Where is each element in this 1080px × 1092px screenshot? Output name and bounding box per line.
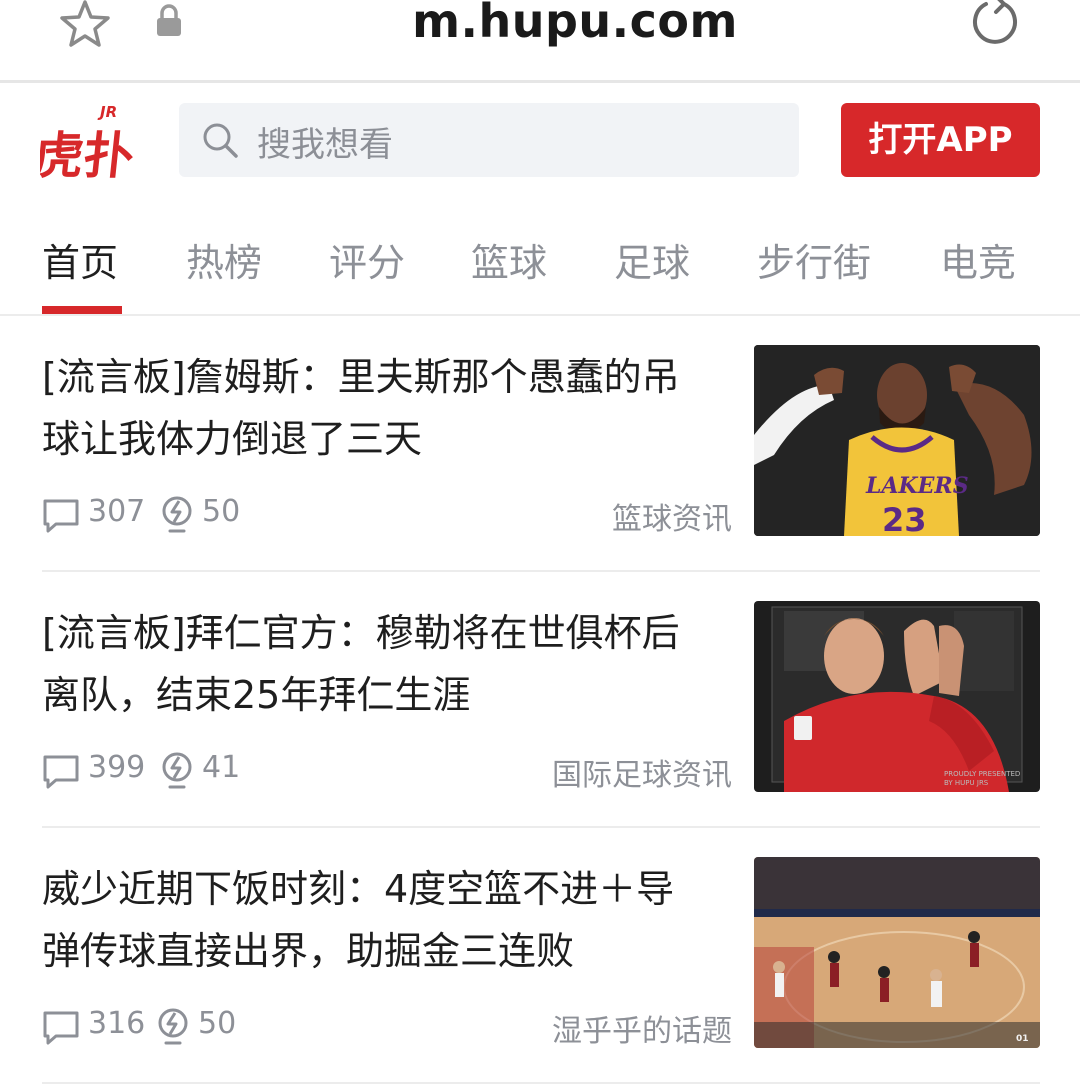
svg-text:LAKERS: LAKERS — [865, 473, 969, 499]
search-placeholder: 搜我想看 — [257, 125, 393, 165]
search-icon — [203, 123, 238, 158]
svg-text:01: 01 — [1016, 1034, 1029, 1044]
comment-count: 399 — [88, 750, 146, 785]
bayern-player-thumbnail[interactable]: PROUDLY PRESENTED BY HUPU JRS — [754, 601, 1040, 792]
svg-text:BY HUPU JRS: BY HUPU JRS — [944, 779, 989, 787]
item-category[interactable]: 湿乎乎的话题 — [552, 1006, 732, 1050]
light-bulb-icon — [158, 1008, 188, 1045]
tab-rating[interactable]: 评分 — [329, 232, 405, 287]
tab-esports[interactable]: 电竞 — [940, 232, 1016, 287]
list-item[interactable]: [流言板]詹姆斯：里夫斯那个愚蠢的吊 球让我体力倒退了三天 307 50 篮球资… — [0, 316, 1080, 572]
search-box[interactable]: 搜我想看 — [179, 103, 799, 177]
comment-icon — [43, 1011, 79, 1045]
comment-count: 316 — [88, 1006, 146, 1041]
hupu-logo[interactable]: JR 虎扑 — [40, 97, 140, 179]
item-category[interactable]: 国际足球资讯 — [552, 750, 732, 794]
tab-basketball[interactable]: 篮球 — [471, 232, 547, 287]
channel-tabs: 首页 热榜 评分 篮球 足球 步行街 电竞 — [0, 198, 1080, 316]
item-meta: 316 50 湿乎乎的话题 — [42, 1006, 732, 1050]
item-meta: 307 50 篮球资讯 — [42, 494, 732, 538]
svg-text:JR: JR — [97, 103, 117, 121]
svg-text:虎扑: 虎扑 — [40, 126, 137, 179]
list-item[interactable]: 威少近期下饭时刻：4度空篮不进＋导 弹传球直接出界，助掘金三连败 316 50 … — [0, 828, 1080, 1084]
light-count: 41 — [202, 750, 241, 785]
browser-address-bar: m.hupu.com — [0, 0, 1080, 83]
lakers-player-thumbnail[interactable]: LAKERS 23 — [754, 345, 1040, 536]
tab-football[interactable]: 足球 — [614, 232, 690, 287]
item-meta: 399 41 国际足球资讯 — [42, 750, 732, 794]
item-title-line: 威少近期下饭时刻：4度空篮不进＋导 — [42, 867, 675, 911]
active-tab-indicator — [42, 306, 122, 314]
light-count: 50 — [198, 1006, 237, 1041]
item-title-line: [流言板]拜仁官方：穆勒将在世俱杯后 — [42, 611, 680, 655]
reload-icon[interactable] — [970, 0, 1022, 44]
basketball-court-thumbnail[interactable]: 01 — [754, 857, 1040, 1048]
comment-count: 307 — [88, 494, 146, 529]
svg-text:23: 23 — [882, 501, 927, 536]
comment-icon — [43, 755, 79, 789]
item-title[interactable]: 威少近期下饭时刻：4度空篮不进＋导 弹传球直接出界，助掘金三连败 — [42, 858, 732, 982]
browser-url[interactable]: m.hupu.com — [0, 0, 1080, 48]
item-title-line: 弹传球直接出界，助掘金三连败 — [42, 929, 575, 973]
svg-text:PROUDLY PRESENTED: PROUDLY PRESENTED — [944, 770, 1020, 778]
item-title-line: 离队，结束25年拜仁生涯 — [42, 673, 471, 717]
open-app-button[interactable]: 打开APP — [841, 103, 1040, 177]
comment-icon — [43, 499, 79, 533]
tab-hot[interactable]: 热榜 — [186, 232, 262, 287]
tab-street[interactable]: 步行街 — [757, 232, 871, 287]
item-title[interactable]: [流言板]拜仁官方：穆勒将在世俱杯后 离队，结束25年拜仁生涯 — [42, 602, 732, 726]
tab-home[interactable]: 首页 — [42, 232, 118, 287]
light-bulb-icon — [162, 752, 192, 789]
light-count: 50 — [202, 494, 241, 529]
item-divider — [42, 1082, 1040, 1084]
item-title-line: 球让我体力倒退了三天 — [42, 417, 423, 461]
item-title-line: [流言板]詹姆斯：里夫斯那个愚蠢的吊 — [42, 355, 680, 399]
list-item[interactable]: [流言板]拜仁官方：穆勒将在世俱杯后 离队，结束25年拜仁生涯 399 41 国… — [0, 572, 1080, 828]
light-bulb-icon — [162, 496, 192, 533]
item-title[interactable]: [流言板]詹姆斯：里夫斯那个愚蠢的吊 球让我体力倒退了三天 — [42, 346, 732, 470]
site-header: JR 虎扑 搜我想看 打开APP — [0, 83, 1080, 198]
item-category[interactable]: 篮球资讯 — [612, 494, 732, 538]
